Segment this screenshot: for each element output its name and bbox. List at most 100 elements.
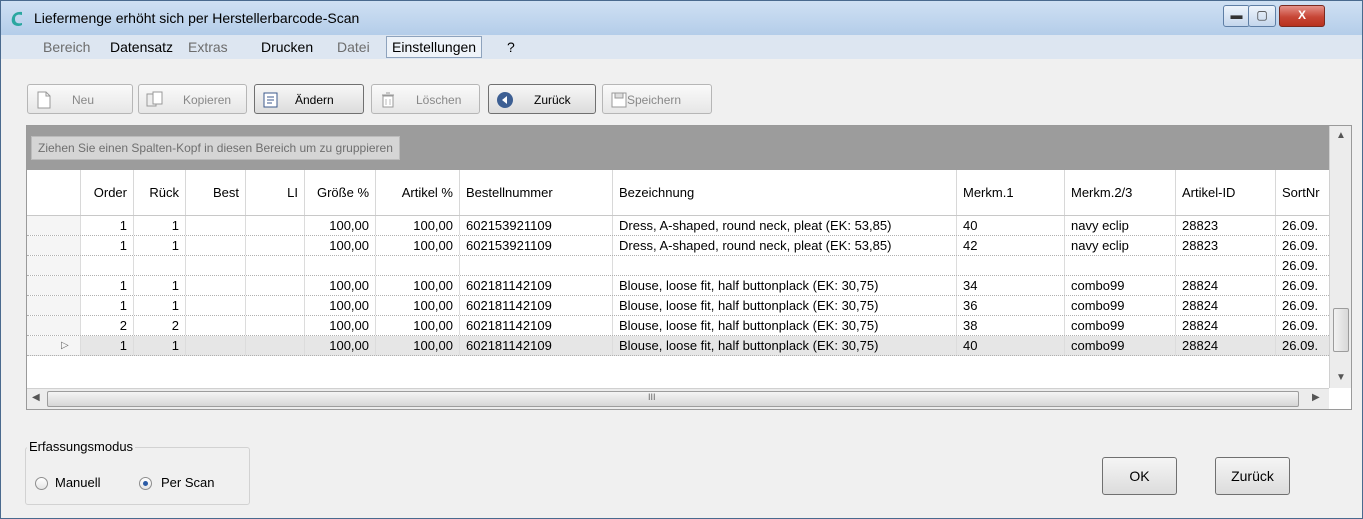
cell-sortnr[interactable]: 26.09.: [1276, 216, 1336, 235]
cell-merkm1[interactable]: 40: [957, 336, 1065, 355]
table-row[interactable]: ▷ 1 1 100,00 100,00 602181142109 Blouse, loose…: [27, 336, 1336, 356]
cell-merkm23[interactable]: navy eclip: [1065, 216, 1176, 235]
cell-bezeichnung[interactable]: Blouse, loose fit, half buttonplack (EK:…: [613, 316, 957, 335]
scroll-left-icon[interactable]: ◀: [32, 392, 40, 403]
cell-bezeichnung[interactable]: Blouse, loose fit, half buttonplack (EK:…: [613, 276, 957, 295]
table-row[interactable]: 1 1 100,00 100,00 602153921109 Dress, A-shape…: [27, 236, 1336, 256]
cell-best[interactable]: [186, 316, 246, 335]
cell-sortnr[interactable]: 26.09.: [1276, 296, 1336, 315]
row-header-cell[interactable]: [27, 216, 81, 235]
cell-artikel_id[interactable]: 28824: [1176, 336, 1276, 355]
col-li[interactable]: LI: [246, 170, 305, 215]
cell-bestellnummer[interactable]: 602181142109: [460, 336, 613, 355]
horizontal-scrollbar[interactable]: ◀ III ▶: [27, 388, 1329, 409]
edit-button[interactable]: Ändern: [254, 84, 364, 114]
cell-bestellnummer[interactable]: 602153921109: [460, 236, 613, 255]
cell-groesse[interactable]: 100,00: [305, 316, 376, 335]
title-bar[interactable]: Liefermenge erhöht sich per Herstellerba…: [1, 1, 1362, 36]
minimize-button[interactable]: ▬: [1223, 5, 1250, 27]
cell-artikel_id[interactable]: 28824: [1176, 276, 1276, 295]
cell-bezeichnung[interactable]: Dress, A-shaped, round neck, pleat (EK: …: [613, 236, 957, 255]
positions-grid[interactable]: Ziehen Sie einen Spalten-Kopf in diesen …: [26, 125, 1352, 410]
cell-bezeichnung[interactable]: Blouse, loose fit, half buttonplack (EK:…: [613, 296, 957, 315]
cell-li[interactable]: [246, 316, 305, 335]
cell-li[interactable]: [246, 236, 305, 255]
row-header-cell[interactable]: ▷: [27, 336, 81, 355]
col-bezeichnung[interactable]: Bezeichnung: [613, 170, 957, 215]
cell-artikel_id[interactable]: 28824: [1176, 296, 1276, 315]
row-header-cell[interactable]: [27, 296, 81, 315]
scroll-down-icon[interactable]: ▼: [1336, 372, 1346, 383]
cell-merkm1[interactable]: 38: [957, 316, 1065, 335]
cell-artikel[interactable]: 100,00: [376, 316, 460, 335]
col-merkm1[interactable]: Merkm.1: [957, 170, 1065, 215]
cell-sortnr[interactable]: 26.09.: [1276, 276, 1336, 295]
cell-order[interactable]: 1: [81, 236, 134, 255]
cell-li[interactable]: [246, 276, 305, 295]
cell-order[interactable]: 1: [81, 276, 134, 295]
horizontal-scroll-thumb[interactable]: III: [47, 391, 1299, 407]
col-artikel-pct[interactable]: Artikel %: [376, 170, 460, 215]
cell-li[interactable]: [246, 336, 305, 355]
cell-rueck[interactable]: 1: [134, 296, 186, 315]
menu-bereich[interactable]: Bereich: [43, 39, 90, 55]
cell-merkm23[interactable]: [1065, 256, 1176, 275]
menu-datei[interactable]: Datei: [337, 39, 370, 55]
col-bestellnummer[interactable]: Bestellnummer: [460, 170, 613, 215]
close-button[interactable]: X: [1279, 5, 1325, 27]
cell-groesse[interactable]: 100,00: [305, 216, 376, 235]
cell-merkm23[interactable]: combo99: [1065, 336, 1176, 355]
cell-groesse[interactable]: 100,00: [305, 276, 376, 295]
col-rueck[interactable]: Rück: [134, 170, 186, 215]
cell-bestellnummer[interactable]: 602181142109: [460, 316, 613, 335]
menu-datensatz[interactable]: Datensatz: [110, 39, 173, 55]
back-button[interactable]: Zurück: [1215, 457, 1290, 495]
cell-best[interactable]: [186, 236, 246, 255]
cell-bestellnummer[interactable]: 602181142109: [460, 296, 613, 315]
cell-bezeichnung[interactable]: Blouse, loose fit, half buttonplack (EK:…: [613, 336, 957, 355]
cell-bestellnummer[interactable]: [460, 256, 613, 275]
table-row[interactable]: 2 2 100,00 100,00 602181142109 Blouse, loose …: [27, 316, 1336, 336]
copy-button[interactable]: Kopieren: [138, 84, 247, 114]
group-panel[interactable]: Ziehen Sie einen Spalten-Kopf in diesen …: [27, 126, 1329, 170]
cell-merkm1[interactable]: 40: [957, 216, 1065, 235]
col-best[interactable]: Best: [186, 170, 246, 215]
cell-best[interactable]: [186, 296, 246, 315]
radio-per-scan[interactable]: [139, 477, 152, 490]
cell-artikel_id[interactable]: 28824: [1176, 316, 1276, 335]
cell-li[interactable]: [246, 256, 305, 275]
cell-sortnr[interactable]: 26.09.: [1276, 236, 1336, 255]
menu-extras[interactable]: Extras: [188, 39, 228, 55]
ok-button[interactable]: OK: [1102, 457, 1177, 495]
menu-help[interactable]: ?: [507, 39, 515, 55]
table-row[interactable]: 1 1 100,00 100,00 602181142109 Blouse, loose …: [27, 276, 1336, 296]
back-toolbar-button[interactable]: Zurück: [488, 84, 596, 114]
cell-order[interactable]: 1: [81, 296, 134, 315]
cell-li[interactable]: [246, 296, 305, 315]
col-groesse[interactable]: Größe %: [305, 170, 376, 215]
cell-rueck[interactable]: 1: [134, 236, 186, 255]
cell-artikel[interactable]: 100,00: [376, 336, 460, 355]
cell-merkm1[interactable]: 34: [957, 276, 1065, 295]
table-row[interactable]: 1 1 100,00 100,00 602181142109 Blouse, loose …: [27, 296, 1336, 316]
col-order[interactable]: Order: [81, 170, 134, 215]
menu-drucken[interactable]: Drucken: [261, 39, 313, 55]
cell-rueck[interactable]: 1: [134, 216, 186, 235]
scroll-up-icon[interactable]: ▲: [1336, 130, 1346, 141]
cell-best[interactable]: [186, 216, 246, 235]
cell-li[interactable]: [246, 216, 305, 235]
cell-artikel[interactable]: 100,00: [376, 216, 460, 235]
cell-merkm23[interactable]: combo99: [1065, 316, 1176, 335]
row-header-cell[interactable]: [27, 276, 81, 295]
radio-manual[interactable]: [35, 477, 48, 490]
cell-order[interactable]: 1: [81, 216, 134, 235]
cell-order[interactable]: [81, 256, 134, 275]
cell-artikel_id[interactable]: 28823: [1176, 216, 1276, 235]
cell-rueck[interactable]: 1: [134, 336, 186, 355]
col-sortnr[interactable]: SortNr: [1276, 170, 1336, 215]
cell-best[interactable]: [186, 276, 246, 295]
cell-groesse[interactable]: 100,00: [305, 296, 376, 315]
menu-einstellungen[interactable]: Einstellungen: [386, 36, 483, 58]
cell-bezeichnung[interactable]: Dress, A-shaped, round neck, pleat (EK: …: [613, 216, 957, 235]
cell-bestellnummer[interactable]: 602153921109: [460, 216, 613, 235]
